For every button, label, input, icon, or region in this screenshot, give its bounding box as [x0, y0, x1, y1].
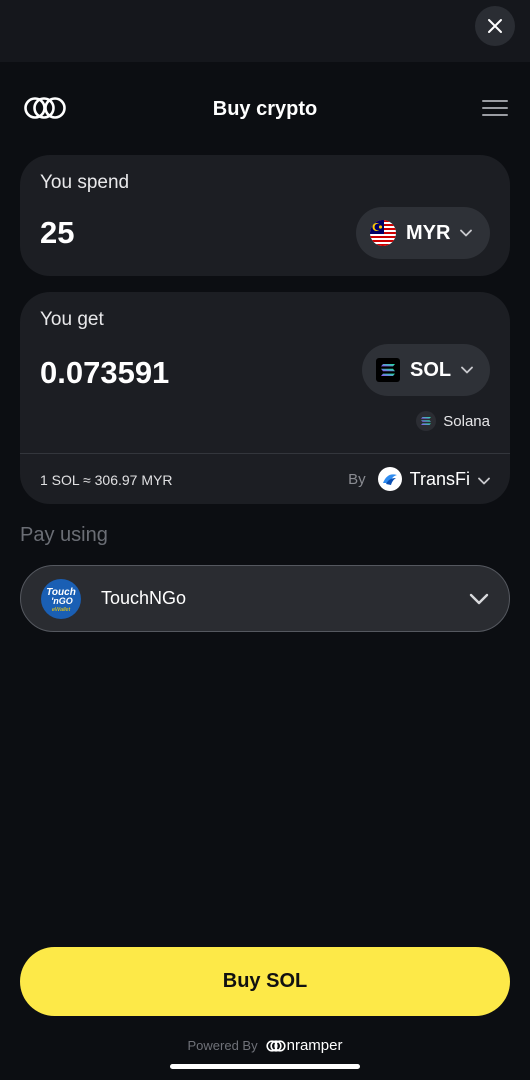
- network-label: Solana: [416, 411, 490, 431]
- home-indicator: [170, 1064, 360, 1069]
- spend-card: You spend MYR: [20, 155, 510, 276]
- chevron-down-icon: [478, 477, 490, 485]
- provider-name: TransFi: [409, 468, 470, 489]
- onramper-brand-text: nramper: [286, 1037, 343, 1054]
- buy-button[interactable]: Buy SOL: [20, 947, 510, 1016]
- touchngo-logo-icon: Touch 'nGO eWallet: [41, 578, 81, 619]
- fiat-currency-selector[interactable]: MYR: [356, 207, 490, 259]
- divider: [20, 453, 510, 454]
- fiat-currency-code: MYR: [406, 221, 451, 244]
- onramper-mark-icon: [266, 1039, 286, 1052]
- chevron-down-icon: [461, 366, 474, 374]
- top-bar: [0, 0, 530, 62]
- provider-selector[interactable]: By TransFi: [348, 467, 490, 491]
- crypto-currency-selector[interactable]: SOL: [362, 344, 490, 396]
- close-button[interactable]: [475, 6, 515, 46]
- exchange-rate: 1 SOL ≈ 306.97 MYR: [40, 472, 173, 488]
- solana-icon: [376, 358, 400, 382]
- malaysia-flag-icon: [370, 220, 396, 246]
- solana-network-icon: [416, 411, 437, 431]
- transfi-logo-icon: [377, 467, 402, 491]
- get-label: You get: [40, 309, 104, 330]
- payment-method-name: TouchNGo: [101, 588, 187, 608]
- provider-by-label: By: [348, 470, 366, 488]
- touchngo-logo-line3: eWallet: [52, 607, 71, 613]
- powered-by-label: Powered By: [187, 1038, 258, 1053]
- chevron-down-icon: [469, 593, 489, 604]
- onramper-brand: nramper: [266, 1037, 343, 1054]
- page-title: Buy crypto: [212, 98, 318, 120]
- footer: Powered By nramper: [0, 1037, 530, 1054]
- hamburger-menu-icon[interactable]: [482, 100, 508, 116]
- close-icon: [488, 19, 502, 33]
- payment-method-selector[interactable]: Touch 'nGO eWallet TouchNGo: [20, 565, 510, 632]
- spend-amount-input[interactable]: [40, 215, 340, 251]
- crypto-currency-code: SOL: [410, 358, 452, 381]
- touchngo-logo-line2: 'nGO: [51, 596, 73, 606]
- pay-using-label: Pay using: [20, 524, 108, 546]
- header: Buy crypto: [0, 62, 530, 152]
- chevron-down-icon: [460, 229, 473, 237]
- get-card: You get 0.073591 SOL Solana 1 SOL ≈ 306.…: [20, 292, 510, 504]
- network-name: Solana: [443, 412, 490, 430]
- get-amount: 0.073591: [40, 355, 170, 390]
- spend-label: You spend: [40, 172, 130, 193]
